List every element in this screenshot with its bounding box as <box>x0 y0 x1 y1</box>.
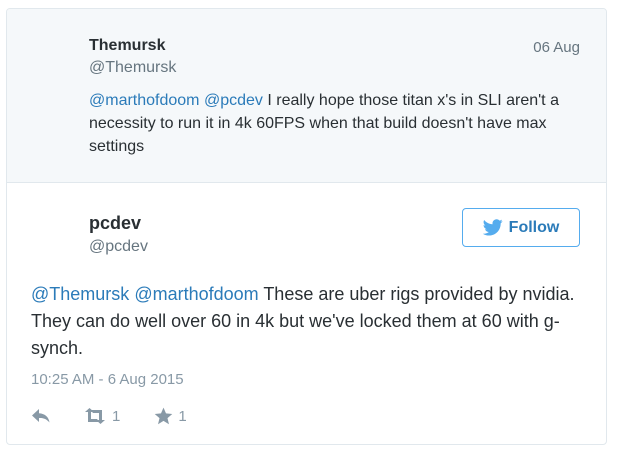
main-tweet-text: @Themursk @marthofdoom These are uber ri… <box>31 281 591 362</box>
tweet-embed-card: Themursk @Themursk 06 Aug @marthofdoom @… <box>6 8 607 445</box>
main-author-handle[interactable]: @pcdev <box>89 238 148 256</box>
main-author-name[interactable]: pcdev <box>89 213 141 234</box>
parent-author-handle[interactable]: @Themursk <box>89 59 176 77</box>
parent-mention-2[interactable]: @pcdev <box>204 92 263 109</box>
parent-author-name[interactable]: Themursk <box>89 37 165 55</box>
follow-label: Follow <box>508 218 560 236</box>
parent-tweet-text: @marthofdoom @pcdev I really hope those … <box>89 89 569 158</box>
star-icon <box>155 407 173 425</box>
retweet-count: 1 <box>112 407 121 425</box>
tweet-actions: 1 1 <box>31 405 187 427</box>
retweet-icon <box>85 408 105 424</box>
main-mention-2[interactable]: @marthofdoom <box>134 284 258 304</box>
reply-icon <box>32 409 50 423</box>
parent-tweet-date[interactable]: 06 Aug <box>533 39 580 56</box>
main-mention-1[interactable]: @Themursk <box>31 284 129 304</box>
retweet-button[interactable]: 1 <box>83 408 120 425</box>
parent-tweet: Themursk @Themursk 06 Aug @marthofdoom @… <box>7 9 606 183</box>
tweet-timestamp[interactable]: 10:25 AM - 6 Aug 2015 <box>31 371 184 388</box>
twitter-bird-icon <box>482 219 503 236</box>
parent-mention-1[interactable]: @marthofdoom <box>89 92 200 109</box>
favorite-button[interactable]: 1 <box>154 407 187 425</box>
reply-button[interactable] <box>31 408 51 424</box>
favorite-count: 1 <box>178 407 187 425</box>
follow-button[interactable]: Follow <box>462 208 580 247</box>
